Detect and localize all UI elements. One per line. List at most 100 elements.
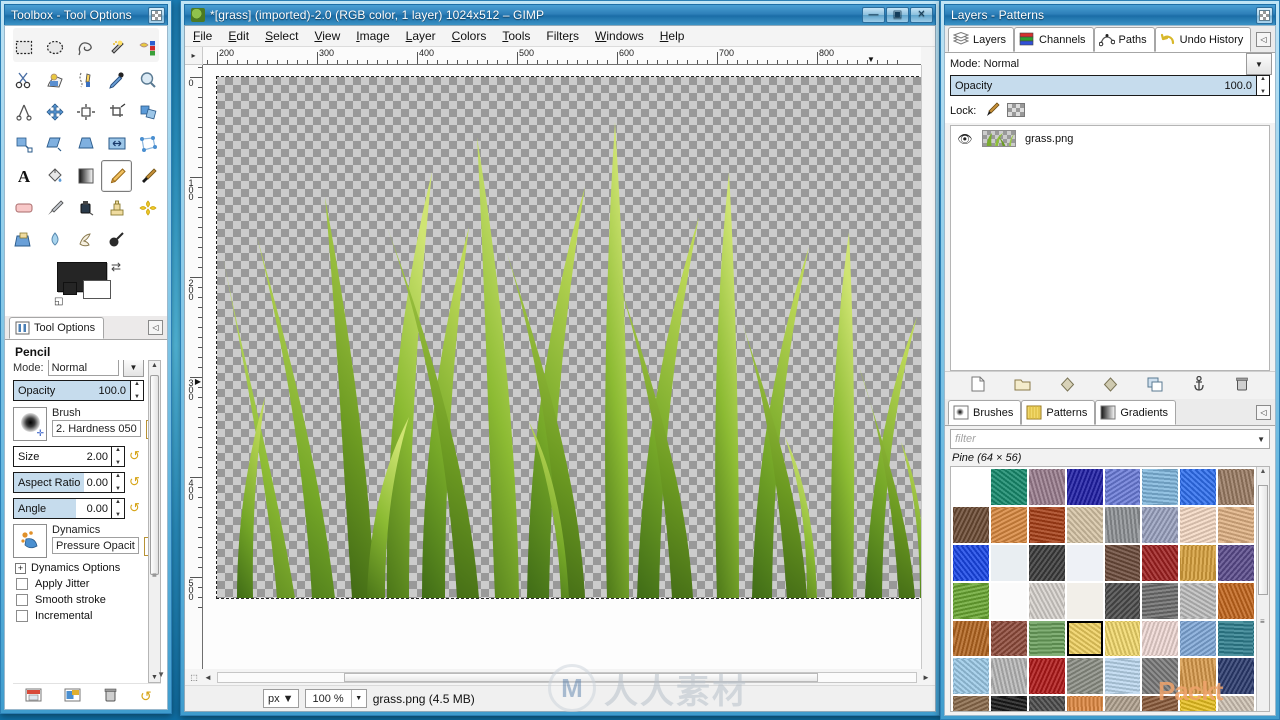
minimize-button[interactable]: — — [862, 7, 885, 23]
apply-jitter-checkbox[interactable] — [16, 578, 28, 590]
size-spinner[interactable]: ▲ ▼ — [111, 447, 124, 466]
pattern-swatch[interactable] — [1105, 658, 1141, 694]
pattern-swatch[interactable] — [1180, 507, 1216, 543]
pattern-swatch[interactable] — [1066, 544, 1103, 581]
pattern-swatch[interactable] — [1180, 696, 1216, 711]
options-scroll-down-icon[interactable]: ▼ — [157, 670, 165, 679]
tab-paths[interactable]: Paths — [1093, 27, 1155, 52]
spin-down-icon[interactable]: ▼ — [115, 460, 121, 466]
layer-item-grass[interactable]: 👁 grass.png — [951, 126, 1269, 151]
pattern-swatch[interactable] — [953, 507, 989, 543]
spin-up-icon[interactable]: ▲ — [115, 447, 121, 453]
spin-down-icon[interactable]: ▼ — [115, 512, 121, 518]
ink-tool[interactable] — [71, 192, 102, 224]
pattern-swatch[interactable] — [991, 696, 1027, 711]
brush-preview[interactable]: ✛ — [13, 407, 47, 441]
pattern-swatch[interactable] — [1142, 469, 1178, 505]
lock-alpha-icon[interactable] — [1007, 102, 1026, 120]
layer-opacity-slider[interactable]: Opacity 100.0 ▲ ▼ — [950, 75, 1270, 96]
menu-help[interactable]: Help — [660, 29, 685, 43]
scroll-up-icon[interactable]: ▲ — [1260, 468, 1267, 475]
incremental-row[interactable]: Incremental — [16, 610, 144, 622]
foreground-select-tool[interactable] — [40, 64, 71, 96]
pattern-swatch[interactable] — [991, 621, 1027, 657]
pattern-swatch[interactable] — [1218, 658, 1254, 694]
dynamics-options-expander[interactable]: + Dynamics Options — [15, 562, 144, 574]
reset-aspect-ratio-icon[interactable]: ↺ — [129, 475, 144, 490]
horizontal-scrollbar-thumb[interactable] — [343, 672, 819, 682]
gradient-tool[interactable] — [71, 160, 102, 192]
dynamics-combo[interactable]: Pressure Opacit — [52, 537, 139, 554]
shear-tool[interactable] — [40, 128, 71, 160]
smooth-stroke-row[interactable]: Smooth stroke — [16, 594, 144, 606]
apply-jitter-row[interactable]: Apply Jitter — [16, 578, 144, 590]
lower-layer-icon[interactable] — [1103, 376, 1118, 395]
smudge-tool[interactable] — [71, 224, 102, 256]
reset-angle-icon[interactable]: ↺ — [129, 501, 144, 516]
restore-tool-preset-icon[interactable] — [64, 687, 81, 706]
pattern-swatch[interactable] — [953, 545, 989, 581]
pattern-swatch[interactable] — [1142, 583, 1178, 619]
pattern-swatch[interactable] — [953, 658, 989, 694]
aspect-ratio-field[interactable]: Aspect Ratio 0.00 ▲ ▼ — [13, 472, 125, 493]
tab-channels[interactable]: Channels — [1014, 27, 1094, 52]
scroll-left-arrow[interactable]: ◄ — [201, 673, 215, 682]
brush-combo[interactable]: 2. Hardness 050 — [52, 420, 141, 437]
menu-file[interactable]: File — [193, 29, 212, 43]
color-picker-tool[interactable] — [101, 64, 132, 96]
paintbrush-tool[interactable] — [132, 160, 163, 192]
anchor-layer-icon[interactable] — [1192, 375, 1206, 395]
fuzzy-select-tool[interactable] — [101, 32, 132, 64]
reset-size-icon[interactable]: ↺ — [129, 449, 144, 464]
eraser-tool[interactable] — [9, 192, 40, 224]
pattern-swatch[interactable] — [1029, 545, 1065, 581]
select-by-color-tool[interactable] — [132, 32, 163, 64]
menu-view[interactable]: View — [314, 29, 340, 43]
pattern-swatch[interactable] — [1218, 469, 1254, 505]
spin-up-icon[interactable]: ▲ — [115, 499, 121, 505]
pattern-swatch[interactable] — [1105, 507, 1141, 543]
pattern-swatch[interactable] — [991, 469, 1027, 505]
toolbox-titlebar[interactable]: Toolbox - Tool Options — [4, 4, 168, 25]
mode-combo[interactable]: Normal — [47, 360, 119, 376]
canvas-viewport[interactable] — [203, 65, 921, 669]
pattern-swatch[interactable] — [1218, 583, 1254, 619]
zoom-tool[interactable] — [132, 64, 163, 96]
scroll-up-icon[interactable]: ▲ — [151, 362, 158, 369]
pattern-swatch[interactable] — [953, 696, 989, 711]
tool-options-collapse-button[interactable]: ◁ — [148, 320, 163, 335]
tab-patterns[interactable]: Patterns — [1021, 400, 1096, 425]
pattern-swatch[interactable] — [1142, 621, 1178, 657]
scroll-right-arrow[interactable]: ► — [919, 673, 933, 682]
move-tool[interactable] — [40, 96, 71, 128]
spin-up-icon[interactable]: ▲ — [1260, 76, 1266, 82]
pattern-swatch[interactable] — [1218, 696, 1254, 711]
reset-colors-icon[interactable]: ◱ — [54, 296, 63, 307]
save-tool-preset-icon[interactable] — [25, 687, 42, 706]
pattern-swatch[interactable] — [990, 582, 1027, 619]
dynamics-preview[interactable] — [13, 524, 47, 558]
pattern-swatch[interactable] — [1029, 469, 1065, 505]
menu-windows[interactable]: Windows — [595, 29, 644, 43]
scissors-select-tool[interactable] — [9, 64, 40, 96]
spin-down-icon[interactable]: ▼ — [115, 486, 121, 492]
pattern-swatch[interactable] — [1029, 696, 1065, 711]
perspective-tool[interactable] — [71, 128, 102, 160]
pattern-swatch[interactable] — [1067, 658, 1103, 694]
spin-up-icon[interactable]: ▲ — [134, 381, 140, 387]
raise-layer-icon[interactable] — [1060, 376, 1075, 395]
lock-pixels-icon[interactable] — [983, 102, 1000, 120]
zoom-selector[interactable]: 100 % ▼ — [304, 689, 367, 708]
tab-layers[interactable]: Layers — [948, 27, 1015, 52]
pattern-swatch[interactable] — [1142, 507, 1178, 543]
pattern-scrollbar-thumb[interactable] — [1258, 485, 1268, 595]
alignment-tool[interactable] — [71, 96, 102, 128]
menu-layer[interactable]: Layer — [406, 29, 436, 43]
horizontal-ruler[interactable]: 200 300 400 500 600 700 800 ▼ — [203, 47, 921, 65]
pattern-swatch[interactable] — [1218, 507, 1254, 543]
new-layer-icon[interactable] — [971, 376, 985, 395]
menu-tools[interactable]: Tools — [502, 29, 530, 43]
dodge-burn-tool[interactable] — [101, 224, 132, 256]
pattern-swatch[interactable] — [1105, 696, 1141, 711]
airbrush-tool[interactable] — [40, 192, 71, 224]
